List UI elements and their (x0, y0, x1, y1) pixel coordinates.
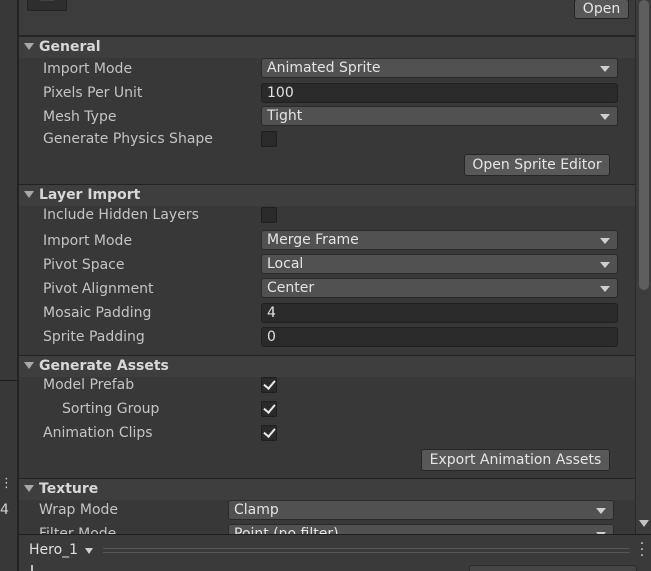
filter-mode-value: Point (no filter) (234, 526, 339, 534)
drag-handle-line[interactable] (103, 548, 630, 550)
preview-dropdown-caret-icon[interactable] (85, 548, 93, 554)
preview-bar: Hero_1 · · · (19, 534, 651, 571)
generate-physics-label: Generate Physics Shape (43, 131, 213, 147)
dropdown-caret-icon (600, 114, 610, 120)
pivot-alignment-value: Center (267, 280, 315, 296)
sorting-group-checkbox[interactable] (261, 401, 277, 417)
mosaic-padding-field[interactable]: 4 (261, 303, 618, 323)
pivot-space-dropdown[interactable]: Local (261, 254, 618, 274)
kebab-menu-icon[interactable]: · · · (637, 537, 647, 563)
filter-mode-label: Filter Mode (39, 526, 117, 534)
left-panel-kebab-fragment[interactable]: ⋮ (0, 476, 13, 491)
mesh-type-value: Tight (267, 108, 303, 124)
import-mode-dropdown[interactable]: Animated Sprite (261, 58, 618, 78)
section-title: Texture (39, 481, 99, 497)
layer-import-mode-value: Merge Frame (267, 232, 359, 248)
mesh-type-dropdown[interactable]: Tight (261, 106, 618, 126)
inspector-header: Open (19, 0, 635, 36)
generate-physics-checkbox[interactable] (261, 131, 277, 147)
section-title: Generate Assets (39, 358, 169, 374)
include-hidden-layers-label: Include Hidden Layers (43, 207, 199, 223)
filter-mode-dropdown[interactable]: Point (no filter) (228, 524, 614, 534)
animation-clips-checkbox[interactable] (261, 425, 277, 441)
section-texture-header[interactable]: Texture (19, 478, 635, 500)
left-panel-text-fragment: 4 (0, 502, 9, 518)
layer-import-mode-dropdown[interactable]: Merge Frame (261, 230, 618, 250)
model-prefab-checkbox[interactable] (261, 377, 277, 393)
preview-toolbar-field[interactable] (469, 565, 637, 571)
dropdown-caret-icon (600, 286, 610, 292)
inspector-panel: Open General Import Mode Animated Sprite… (19, 0, 635, 534)
layer-import-mode-label: Import Mode (43, 233, 133, 249)
mosaic-padding-label: Mosaic Padding (43, 305, 152, 321)
inspector-scrollbar[interactable] (635, 0, 651, 534)
section-generate-assets-header[interactable]: Generate Assets (19, 355, 635, 377)
wrap-mode-label: Wrap Mode (39, 502, 119, 518)
dropdown-caret-icon (596, 508, 606, 514)
wrap-mode-value: Clamp (234, 502, 279, 518)
animation-clips-label: Animation Clips (43, 425, 153, 441)
export-animation-assets-button[interactable]: Export Animation Assets (421, 449, 610, 471)
preview-name[interactable]: Hero_1 (29, 542, 78, 558)
pivot-alignment-label: Pivot Alignment (43, 281, 154, 297)
pivot-space-label: Pivot Space (43, 257, 125, 273)
dropdown-caret-icon (600, 262, 610, 268)
dropdown-caret-icon (600, 238, 610, 244)
sprite-padding-field[interactable]: 0 (261, 327, 618, 347)
sorting-group-label: Sorting Group (62, 401, 160, 417)
pixels-per-unit-label: Pixels Per Unit (43, 85, 143, 101)
open-button[interactable]: Open (574, 0, 629, 19)
dropdown-caret-icon (600, 66, 610, 72)
asset-icon (27, 0, 67, 11)
include-hidden-layers-checkbox[interactable] (261, 207, 277, 223)
section-general-header[interactable]: General (19, 36, 635, 58)
foldout-arrow-icon[interactable] (24, 43, 34, 50)
pivot-alignment-dropdown[interactable]: Center (261, 278, 618, 298)
section-layer-import-header[interactable]: Layer Import (19, 184, 635, 206)
pixels-per-unit-field[interactable]: 100 (261, 83, 618, 103)
open-sprite-editor-button[interactable]: Open Sprite Editor (464, 154, 610, 176)
foldout-arrow-icon[interactable] (24, 485, 34, 492)
left-panel-edge: ⋮ 4 (0, 0, 17, 571)
sprite-padding-label: Sprite Padding (43, 329, 145, 345)
left-panel-separator (0, 380, 17, 381)
wrap-mode-dropdown[interactable]: Clamp (228, 500, 614, 520)
scrollbar-thumb[interactable] (639, 0, 649, 290)
section-title: General (39, 39, 101, 55)
drag-handle-line[interactable] (103, 552, 630, 554)
foldout-arrow-icon[interactable] (24, 362, 34, 369)
import-mode-value: Animated Sprite (267, 60, 381, 76)
pivot-space-value: Local (267, 256, 304, 272)
import-mode-label: Import Mode (43, 61, 133, 77)
preview-cursor-fragment (31, 565, 37, 571)
mesh-type-label: Mesh Type (43, 109, 117, 125)
section-title: Layer Import (39, 187, 141, 203)
foldout-arrow-icon[interactable] (24, 191, 34, 198)
scroll-down-arrow-icon[interactable] (639, 520, 649, 527)
model-prefab-label: Model Prefab (43, 377, 135, 393)
